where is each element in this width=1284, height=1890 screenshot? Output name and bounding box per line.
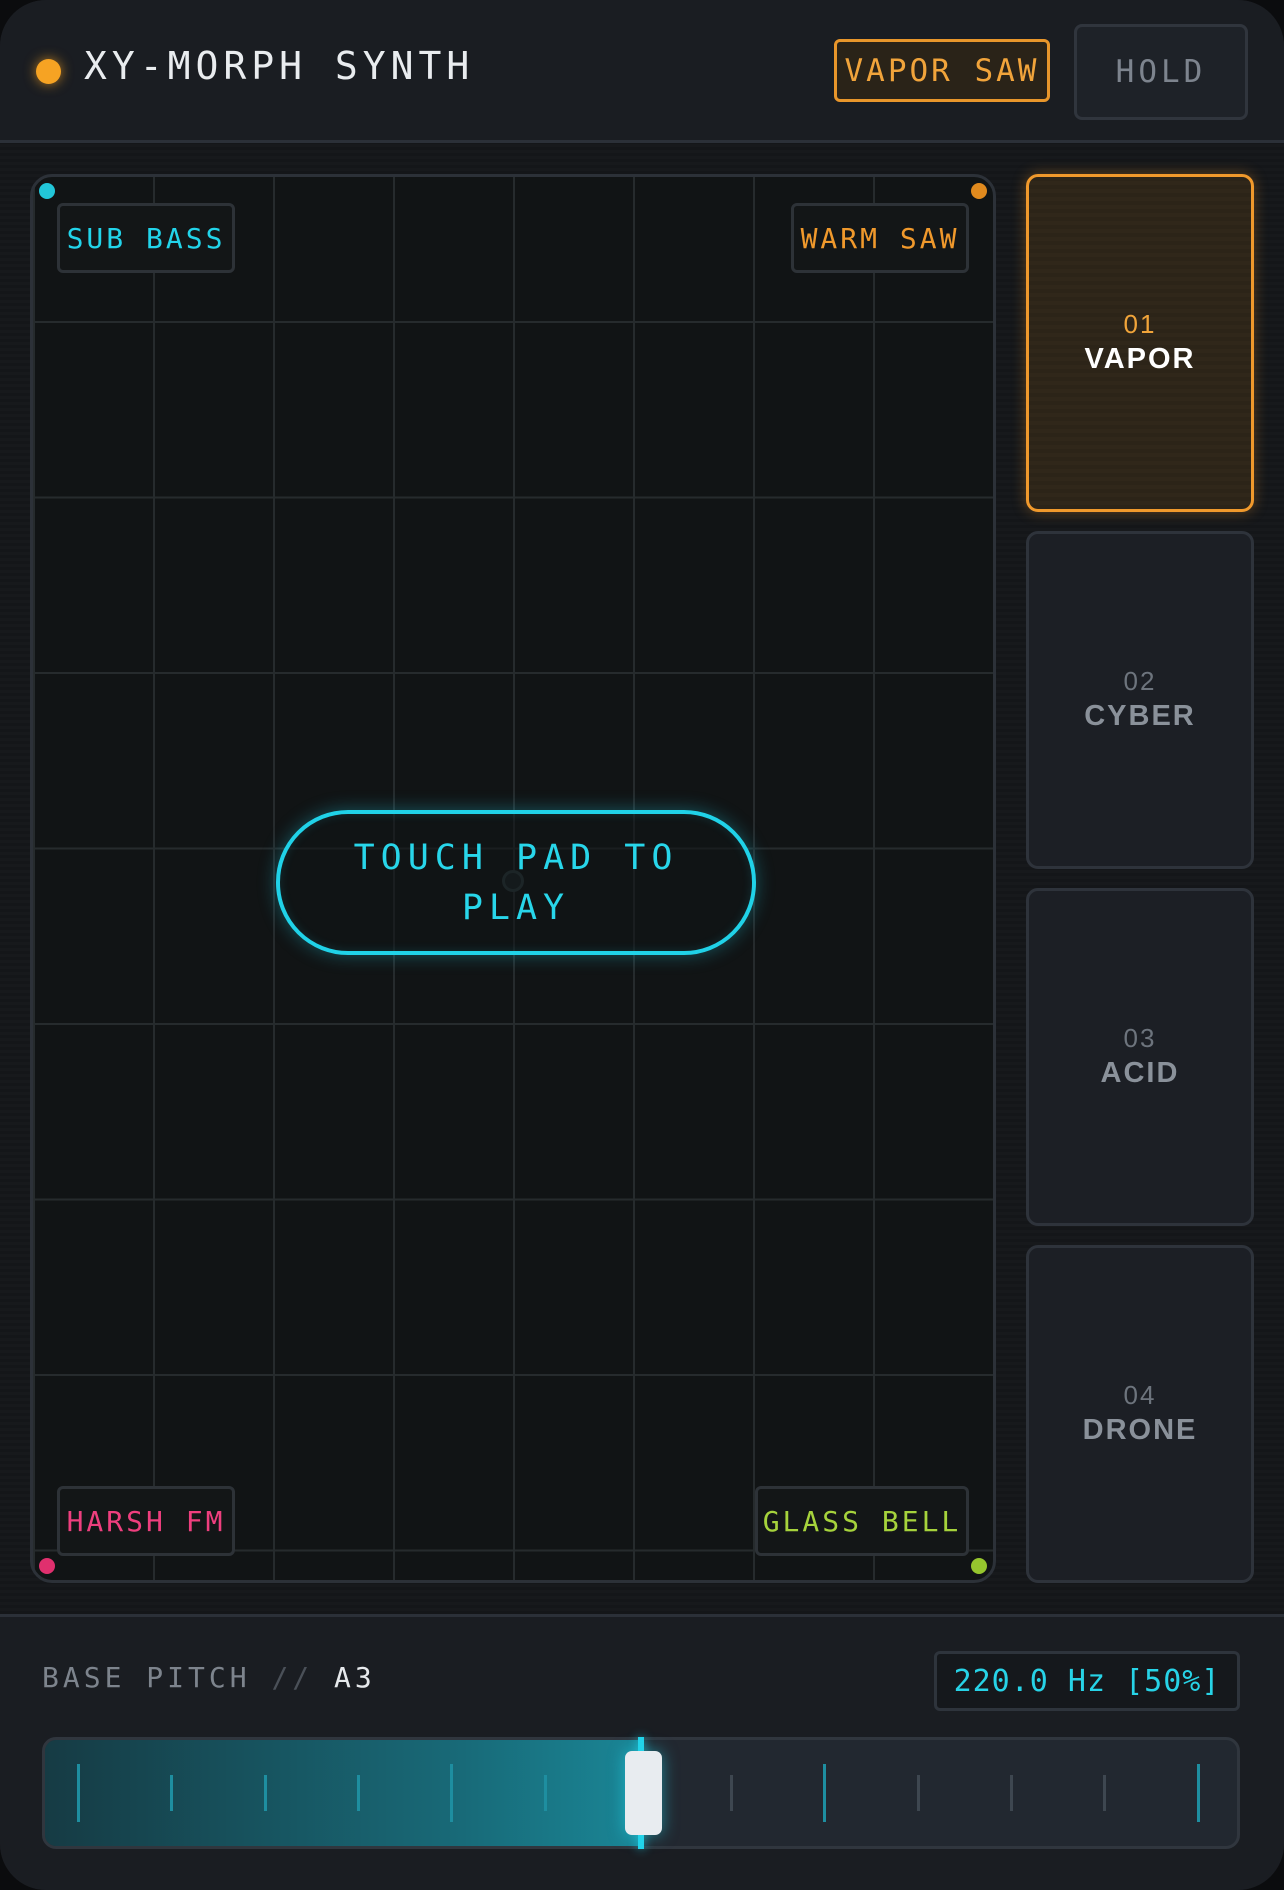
preset-number: 03 <box>1123 1023 1157 1053</box>
hold-button[interactable]: HOLD <box>1074 24 1248 120</box>
pitch-slider-tick <box>823 1764 826 1822</box>
pitch-note: A3 <box>334 1661 376 1694</box>
current-patch-badge: VAPOR SAW <box>834 39 1050 102</box>
pitch-panel: BASE PITCH // A3 220.0 Hz [50%] <box>0 1614 1284 1890</box>
pitch-slider[interactable] <box>42 1737 1240 1849</box>
pitch-label-text: BASE PITCH <box>42 1661 251 1694</box>
pitch-slider-handle[interactable] <box>625 1751 662 1835</box>
pitch-slider-tick <box>544 1775 547 1811</box>
pitch-slider-tick <box>450 1764 453 1822</box>
pitch-slider-tick <box>357 1775 360 1811</box>
status-indicator <box>36 59 61 84</box>
preset-number: 01 <box>1123 309 1157 339</box>
preset-button-vapor[interactable]: 01 VAPOR <box>1026 174 1254 512</box>
preset-button-drone[interactable]: 04 DRONE <box>1026 1245 1254 1583</box>
corner-dot-bottom-left <box>39 1558 55 1574</box>
preset-number: 04 <box>1123 1380 1157 1410</box>
app-title: XY-MORPH SYNTH <box>84 44 475 88</box>
corner-dot-bottom-right <box>971 1558 987 1574</box>
preset-number: 02 <box>1123 666 1157 696</box>
pitch-slider-tick <box>730 1775 733 1811</box>
preset-button-acid[interactable]: 03 ACID <box>1026 888 1254 1226</box>
corner-label-warm-saw: WARM SAW <box>791 203 969 273</box>
preset-name: ACID <box>1100 1057 1180 1089</box>
synth-app: XY-MORPH SYNTH VAPOR SAW HOLD SUB BASS W… <box>0 0 1284 1890</box>
corner-dot-top-left <box>39 183 55 199</box>
corner-dot-top-right <box>971 183 987 199</box>
corner-label-sub-bass: SUB BASS <box>57 203 235 273</box>
preset-name: DRONE <box>1082 1414 1198 1446</box>
header-bar: XY-MORPH SYNTH VAPOR SAW HOLD <box>0 0 1284 143</box>
corner-label-glass-bell: GLASS BELL <box>755 1486 969 1556</box>
preset-name: VAPOR <box>1084 343 1196 375</box>
pitch-label-separator: // <box>271 1661 314 1694</box>
preset-button-cyber[interactable]: 02 CYBER <box>1026 531 1254 869</box>
xy-pad[interactable]: SUB BASS WARM SAW HARSH FM GLASS BELL TO… <box>30 174 996 1583</box>
pitch-slider-tick <box>917 1775 920 1811</box>
preset-name: CYBER <box>1084 700 1196 732</box>
corner-label-harsh-fm: HARSH FM <box>57 1486 235 1556</box>
pitch-slider-tick <box>77 1764 80 1822</box>
touch-prompt: TOUCH PAD TO PLAY <box>276 810 756 955</box>
base-pitch-label: BASE PITCH // A3 <box>42 1661 376 1694</box>
pitch-slider-fill <box>45 1740 641 1846</box>
pitch-slider-tick <box>1197 1764 1200 1822</box>
pitch-slider-tick <box>1103 1775 1106 1811</box>
pitch-slider-tick <box>170 1775 173 1811</box>
pitch-slider-tick <box>264 1775 267 1811</box>
frequency-readout: 220.0 Hz [50%] <box>934 1651 1240 1711</box>
pitch-slider-tick <box>1010 1775 1013 1811</box>
